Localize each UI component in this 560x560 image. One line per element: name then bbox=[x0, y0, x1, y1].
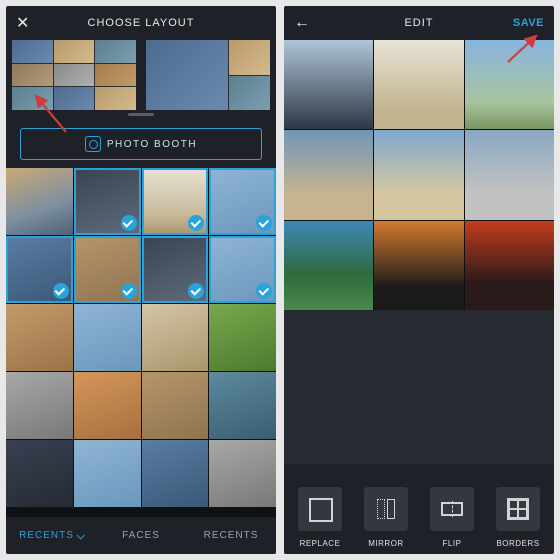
thumb[interactable] bbox=[74, 304, 141, 371]
thumb[interactable] bbox=[209, 236, 276, 303]
page-title: EDIT bbox=[404, 17, 433, 29]
bottom-tabs: RECENTS FACES RECENTS bbox=[6, 516, 276, 554]
borders-icon bbox=[496, 487, 540, 531]
spacer bbox=[284, 310, 554, 464]
thumb[interactable] bbox=[142, 168, 209, 235]
collage-tile[interactable] bbox=[465, 40, 554, 129]
thumb[interactable] bbox=[142, 440, 209, 507]
thumb[interactable] bbox=[74, 236, 141, 303]
thumb[interactable] bbox=[142, 304, 209, 371]
check-icon bbox=[53, 283, 69, 299]
check-icon bbox=[121, 215, 137, 231]
close-button[interactable]: ✕ bbox=[16, 13, 30, 33]
collage-preview[interactable] bbox=[284, 40, 554, 310]
tool-label: BORDERS bbox=[496, 539, 539, 548]
photo-picker-grid bbox=[6, 168, 276, 516]
tool-borders[interactable]: BORDERS bbox=[488, 474, 548, 548]
collage-tile[interactable] bbox=[374, 130, 463, 219]
tab-label: RECENTS bbox=[19, 530, 74, 541]
tool-flip[interactable]: FLIP bbox=[422, 474, 482, 548]
check-icon bbox=[188, 215, 204, 231]
save-button[interactable]: SAVE bbox=[513, 17, 544, 29]
tool-label: MIRROR bbox=[368, 539, 403, 548]
tab-faces[interactable]: FACES bbox=[96, 517, 186, 554]
back-button[interactable]: ← bbox=[294, 14, 311, 32]
thumb[interactable] bbox=[209, 372, 276, 439]
tab-label: FACES bbox=[122, 530, 160, 541]
replace-icon bbox=[298, 487, 342, 531]
thumb[interactable] bbox=[74, 168, 141, 235]
edit-toolbar: REPLACE MIRROR FLIP BORDERS bbox=[284, 464, 554, 554]
thumb[interactable] bbox=[209, 440, 276, 507]
check-icon bbox=[256, 215, 272, 231]
header: ✕ CHOOSE LAYOUT bbox=[6, 6, 276, 40]
tab-recents[interactable]: RECENTS bbox=[6, 517, 96, 554]
page-title: CHOOSE LAYOUT bbox=[88, 17, 195, 29]
photo-booth-label: PHOTO BOOTH bbox=[107, 139, 197, 150]
tool-replace[interactable]: REPLACE bbox=[290, 474, 350, 548]
header: ← EDIT SAVE bbox=[284, 6, 554, 40]
screen-edit: ← EDIT SAVE REPLACE MIRROR bbox=[284, 6, 554, 554]
thumb[interactable] bbox=[6, 236, 73, 303]
collage-tile[interactable] bbox=[284, 221, 373, 310]
check-icon bbox=[256, 283, 272, 299]
thumb[interactable] bbox=[74, 372, 141, 439]
thumb[interactable] bbox=[6, 372, 73, 439]
flip-icon bbox=[430, 487, 474, 531]
chevron-down-icon bbox=[76, 531, 84, 539]
collage-tile[interactable] bbox=[465, 221, 554, 310]
tool-label: REPLACE bbox=[300, 539, 341, 548]
check-icon bbox=[121, 283, 137, 299]
collage-tile[interactable] bbox=[465, 130, 554, 219]
thumb[interactable] bbox=[6, 440, 73, 507]
thumb[interactable] bbox=[74, 440, 141, 507]
thumb[interactable] bbox=[142, 372, 209, 439]
collage-tile[interactable] bbox=[374, 40, 463, 129]
collage-tile[interactable] bbox=[374, 221, 463, 310]
photo-booth-button[interactable]: PHOTO BOOTH bbox=[20, 128, 262, 160]
thumb[interactable] bbox=[6, 304, 73, 371]
tool-mirror[interactable]: MIRROR bbox=[356, 474, 416, 548]
screen-choose-layout: ✕ CHOOSE LAYOUT PHOTO BOOTH bbox=[6, 6, 276, 554]
thumb[interactable] bbox=[6, 168, 73, 235]
thumb[interactable] bbox=[209, 304, 276, 371]
tab-recents-2[interactable]: RECENTS bbox=[186, 517, 276, 554]
mirror-icon bbox=[364, 487, 408, 531]
camera-icon bbox=[85, 136, 101, 152]
collage-tile[interactable] bbox=[284, 130, 373, 219]
collage-tile[interactable] bbox=[284, 40, 373, 129]
layout-option-feature-left[interactable] bbox=[146, 40, 270, 110]
tab-label: RECENTS bbox=[204, 530, 259, 541]
thumb[interactable] bbox=[209, 168, 276, 235]
drag-handle[interactable] bbox=[128, 113, 154, 116]
check-icon bbox=[188, 283, 204, 299]
thumb[interactable] bbox=[142, 236, 209, 303]
tool-label: FLIP bbox=[443, 539, 462, 548]
